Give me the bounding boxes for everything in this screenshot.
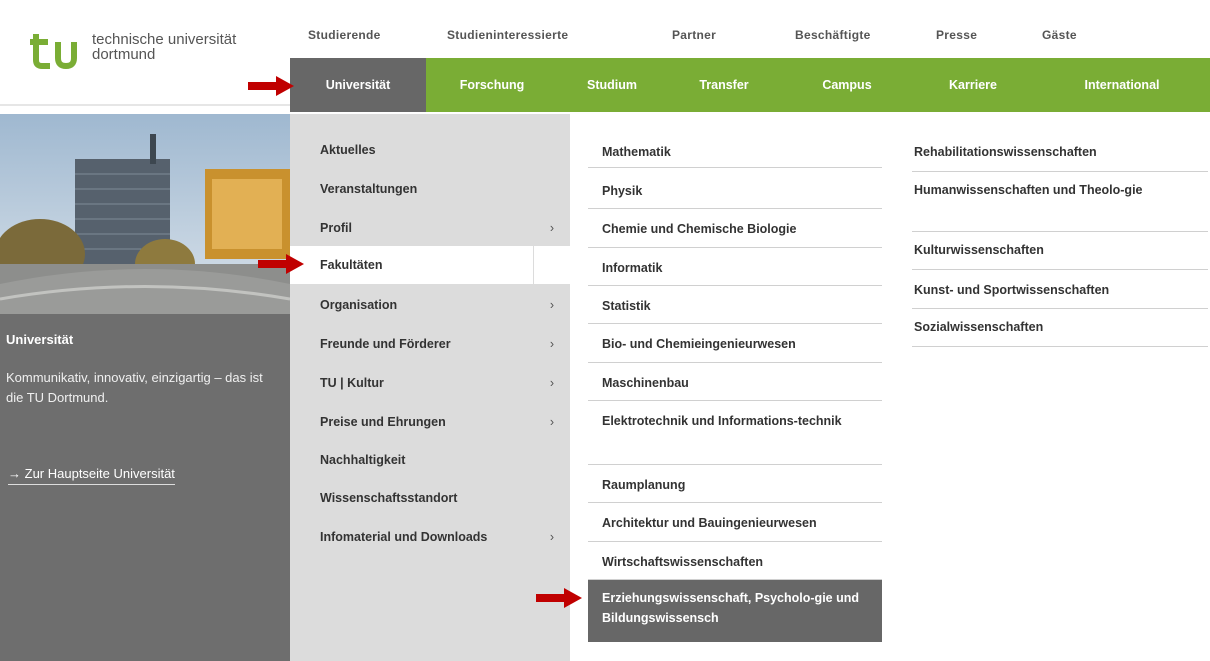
faculty-humanwissenschaften[interactable]: Humanwissenschaften und Theolo-gie [912,172,1208,232]
menu-item-profil[interactable]: Profil › [320,221,562,245]
faculty-informatik[interactable]: Informatik [588,248,882,286]
menu-item-preise-ehrungen[interactable]: Preise und Ehrungen › [320,415,562,439]
chevron-right-icon: › [549,221,554,235]
main-nav: Universität Forschung Studium Transfer C… [290,58,1210,112]
submenu-universitaet: Aktuelles Veranstaltungen Profil › Fakult… [290,114,570,661]
menu-item-wissenschaftsstandort[interactable]: Wissenschaftsstandort [320,491,562,515]
faculty-mathematik[interactable]: Mathematik [588,132,882,168]
faculty-architektur[interactable]: Architektur und Bauingenieurwesen [588,503,882,542]
faculty-rehabilitationswissenschaften[interactable]: Rehabilitationswissenschaften [912,132,1208,172]
faculty-elektrotechnik[interactable]: Elektrotechnik und Informations-technik [588,401,882,465]
menu-item-tu-kultur[interactable]: TU | Kultur › [320,376,562,400]
red-arrow-icon [258,254,304,274]
left-panel-title: Universität [6,332,74,347]
main-nav-studium[interactable]: Studium [558,58,666,112]
main-nav-campus[interactable]: Campus [782,58,912,112]
logo-line2: dortmund [92,46,156,63]
red-arrow-icon [248,76,294,96]
menu-item-veranstaltungen[interactable]: Veranstaltungen [320,182,562,206]
faculty-kulturwissenschaften[interactable]: Kulturwissenschaften [912,232,1208,270]
chevron-right-icon: › [549,530,554,544]
submenu-fakultaeten-2: Rehabilitationswissenschaften Humanwisse… [900,114,1210,661]
main-page-link[interactable]: → Zur Hauptseite Universität [8,466,175,485]
faculty-raumplanung[interactable]: Raumplanung [588,465,882,503]
faculty-physik[interactable]: Physik [588,171,882,209]
faculty-chemie[interactable]: Chemie und Chemische Biologie [588,209,882,248]
chevron-right-icon: › [549,376,554,390]
faculty-bio-chemieingenieurwesen[interactable]: Bio- und Chemieingenieurwesen [588,324,882,363]
top-nav-partner[interactable]: Partner [672,28,716,42]
menu-item-infomaterial[interactable]: Infomaterial und Downloads › [320,530,562,554]
main-nav-transfer[interactable]: Transfer [666,58,782,112]
tu-logo-icon [30,34,77,70]
menu-item-organisation[interactable]: Organisation › [320,298,562,322]
red-arrow-icon [536,588,582,608]
chevron-right-icon: › [549,337,554,351]
main-page-link-label: Zur Hauptseite Universität [24,466,175,481]
faculty-wirtschaftswissenschaften[interactable]: Wirtschaftswissenschaften [588,542,882,580]
left-panel: Universität Kommunikativ, innovativ, ein… [0,114,290,661]
menu-item-fakultaeten[interactable]: Fakultäten [320,258,562,282]
chevron-right-icon: › [549,298,554,312]
campus-hero-image [0,114,290,314]
arrow-right-icon: → [8,466,21,481]
logo-line1: technische universität [92,31,237,48]
main-nav-forschung[interactable]: Forschung [426,58,558,112]
submenu-fakultaeten: Mathematik Physik Chemie und Chemische B… [570,114,890,661]
menu-item-freunde-foerderer[interactable]: Freunde und Förderer › [320,337,562,361]
top-nav: Studierende Studieninteressierte Partner… [290,0,1210,58]
faculty-sozialwissenschaften[interactable]: Sozialwissenschaften [912,309,1208,347]
top-nav-gaeste[interactable]: Gäste [1042,28,1077,42]
faculty-maschinenbau[interactable]: Maschinenbau [588,363,882,401]
menu-item-aktuelles[interactable]: Aktuelles [320,143,562,167]
logo-text: technische universität dortmund [92,32,236,62]
chevron-right-icon: › [549,415,554,429]
top-nav-presse[interactable]: Presse [936,28,977,42]
faculty-erziehungswissenschaft[interactable]: Erziehungswissenschaft, Psycholo-gie und… [588,580,882,642]
left-panel-description: Kommunikativ, innovativ, einzigartig – d… [6,370,263,405]
menu-item-nachhaltigkeit[interactable]: Nachhaltigkeit [320,453,562,477]
top-nav-studieninteressierte[interactable]: Studieninteressierte [447,28,568,42]
main-nav-international[interactable]: International [1034,58,1210,112]
top-nav-studierende[interactable]: Studierende [308,28,381,42]
main-nav-universitaet[interactable]: Universität [290,58,426,112]
faculty-kunst-sportwissenschaften[interactable]: Kunst- und Sportwissenschaften [912,270,1208,309]
main-nav-karriere[interactable]: Karriere [912,58,1034,112]
logo-area[interactable]: technische universität dortmund [0,0,290,106]
top-nav-beschaeftigte[interactable]: Beschäftigte [795,28,871,42]
faculty-statistik[interactable]: Statistik [588,286,882,324]
